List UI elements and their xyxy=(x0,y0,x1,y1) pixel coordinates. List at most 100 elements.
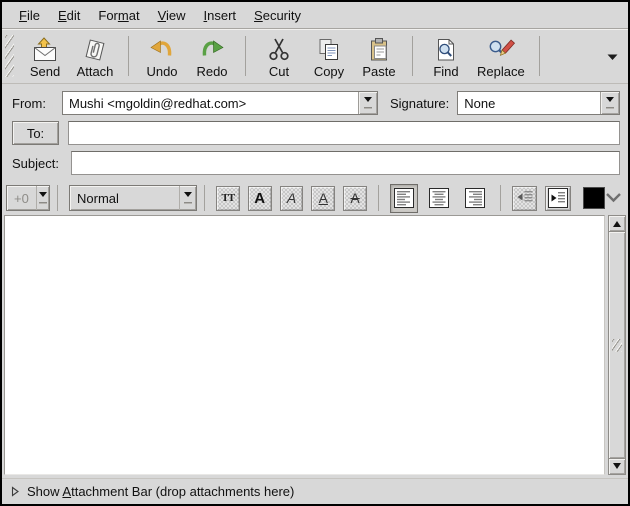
header-fields: From: Mushi <mgoldin@redhat.com> Signatu… xyxy=(2,84,628,181)
replace-button[interactable]: Replace xyxy=(477,33,525,79)
menu-file[interactable]: File xyxy=(10,4,49,27)
to-input[interactable] xyxy=(68,121,620,145)
formatbar-separator xyxy=(57,185,58,211)
cut-label: Cut xyxy=(269,64,289,79)
undo-label: Undo xyxy=(146,64,177,79)
menu-edit[interactable]: Edit xyxy=(49,4,89,27)
signature-dropdown-arrow xyxy=(600,92,619,114)
attach-icon xyxy=(81,37,109,63)
paste-button[interactable]: Paste xyxy=(360,33,398,79)
font-size-value: +0 xyxy=(7,186,36,210)
underline-icon: A xyxy=(319,190,328,206)
toolbar-overflow-chevron[interactable] xyxy=(607,49,618,64)
typewriter-icon: TT xyxy=(222,192,235,204)
subject-input[interactable] xyxy=(71,151,620,175)
find-icon xyxy=(432,37,460,63)
formatbar-overflow-chevron[interactable] xyxy=(605,191,622,206)
chevron-down-icon xyxy=(607,49,618,64)
find-label: Find xyxy=(433,64,458,79)
copy-icon xyxy=(315,37,343,63)
attach-label: Attach xyxy=(77,64,114,79)
undo-icon xyxy=(148,37,176,63)
format-toolbar: +0 Normal TT A A A A xyxy=(2,181,628,215)
font-size-dropdown-arrow xyxy=(36,186,49,210)
menu-format[interactable]: Format xyxy=(89,4,148,27)
to-button[interactable]: To: xyxy=(12,121,59,145)
bold-icon: A xyxy=(254,190,265,207)
indent-icon xyxy=(548,188,568,208)
italic-toggle[interactable]: A xyxy=(280,186,304,211)
from-label: From: xyxy=(12,96,62,111)
paste-label: Paste xyxy=(362,64,395,79)
signature-value: None xyxy=(458,92,600,114)
from-row: From: Mushi <mgoldin@redhat.com> Signatu… xyxy=(12,91,620,115)
align-center-button[interactable] xyxy=(426,184,454,213)
replace-icon xyxy=(486,37,516,63)
arrow-down-icon xyxy=(613,463,621,473)
unindent-icon xyxy=(516,189,534,208)
scroll-down-button[interactable] xyxy=(608,458,626,475)
indent-button[interactable] xyxy=(545,186,571,211)
toolbar-separator xyxy=(539,36,540,76)
font-size-select[interactable]: +0 xyxy=(6,185,50,211)
main-toolbar: Send Attach Undo xyxy=(2,29,628,84)
formatbar-separator xyxy=(378,185,379,211)
menubar: File Edit Format View Insert Security xyxy=(2,2,628,29)
paragraph-style-dropdown-arrow xyxy=(179,186,196,210)
italic-icon: A xyxy=(287,190,296,206)
copy-label: Copy xyxy=(314,64,344,79)
message-body[interactable] xyxy=(4,215,605,475)
underline-toggle[interactable]: A xyxy=(311,186,335,211)
subject-label: Subject: xyxy=(12,156,62,171)
arrow-up-icon xyxy=(613,217,621,227)
to-row: To: xyxy=(12,121,620,145)
font-color-swatch[interactable] xyxy=(583,187,605,209)
formatbar-separator xyxy=(500,185,501,211)
align-right-icon xyxy=(465,188,485,208)
send-label: Send xyxy=(30,64,60,79)
menu-insert[interactable]: Insert xyxy=(195,4,246,27)
toolbar-separator xyxy=(412,36,413,76)
chevron-down-icon xyxy=(605,191,622,206)
copy-button[interactable]: Copy xyxy=(310,33,348,79)
redo-label: Redo xyxy=(196,64,227,79)
toolbar-drag-handle[interactable] xyxy=(5,35,14,77)
typewriter-toggle[interactable]: TT xyxy=(216,186,240,211)
align-right-button[interactable] xyxy=(461,184,489,213)
attachment-bar-label: Show Attachment Bar (drop attachments he… xyxy=(27,484,294,499)
redo-button[interactable]: Redo xyxy=(193,33,231,79)
strikethrough-toggle[interactable]: A xyxy=(343,186,367,211)
menu-security[interactable]: Security xyxy=(245,4,310,27)
scroll-thumb[interactable] xyxy=(608,232,626,458)
toolbar-separator xyxy=(245,36,246,76)
signature-label: Signature: xyxy=(390,96,449,111)
cut-button[interactable]: Cut xyxy=(260,33,298,79)
body-area xyxy=(4,215,626,475)
body-scrollbar xyxy=(608,215,626,475)
replace-label: Replace xyxy=(477,64,525,79)
thumb-grip-icon xyxy=(612,339,622,352)
cut-icon xyxy=(265,37,293,63)
signature-select[interactable]: None xyxy=(457,91,620,115)
align-left-icon xyxy=(394,188,414,208)
scroll-up-button[interactable] xyxy=(608,215,626,232)
attach-button[interactable]: Attach xyxy=(76,33,114,79)
composer-window: File Edit Format View Insert Security Se… xyxy=(0,0,630,506)
expander-triangle-icon xyxy=(11,486,19,497)
menu-view[interactable]: View xyxy=(149,4,195,27)
align-left-button[interactable] xyxy=(390,184,418,213)
unindent-button[interactable] xyxy=(512,186,538,211)
from-select[interactable]: Mushi <mgoldin@redhat.com> xyxy=(62,91,378,115)
subject-row: Subject: xyxy=(12,151,620,175)
send-icon xyxy=(31,37,59,63)
align-center-icon xyxy=(429,188,449,208)
send-button[interactable]: Send xyxy=(26,33,64,79)
paragraph-style-select[interactable]: Normal xyxy=(69,185,197,211)
toolbar-separator xyxy=(128,36,129,76)
redo-icon xyxy=(198,37,226,63)
attachment-bar-toggle[interactable]: Show Attachment Bar (drop attachments he… xyxy=(2,478,628,504)
undo-button[interactable]: Undo xyxy=(143,33,181,79)
bold-toggle[interactable]: A xyxy=(248,186,272,211)
find-button[interactable]: Find xyxy=(427,33,465,79)
from-dropdown-arrow xyxy=(358,92,377,114)
